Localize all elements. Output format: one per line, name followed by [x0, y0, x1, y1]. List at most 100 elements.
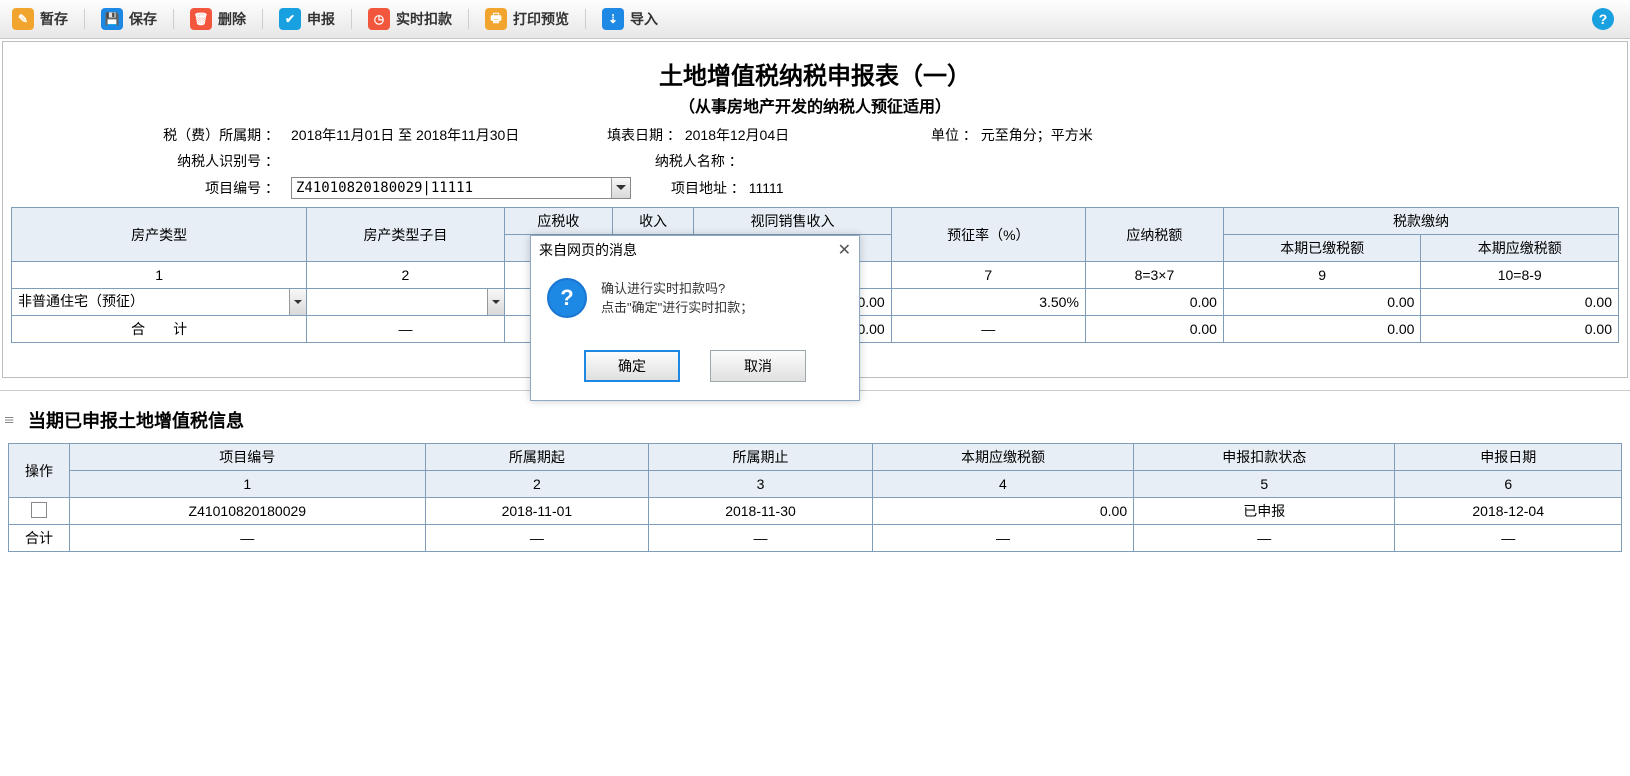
row-checkbox-cell — [9, 498, 70, 525]
col-due: 本期应缴税额 — [1421, 235, 1619, 262]
print-preview-button[interactable]: 🖶 打印预览 — [481, 6, 573, 32]
chevron-down-icon[interactable] — [611, 178, 630, 198]
confirm-dialog: 来自网页的消息 ✕ ? 确认进行实时扣款吗? 点击"确定"进行实时扣款； 确定 … — [530, 235, 860, 401]
toolbar: ✎ 暂存 💾 保存 🗑 删除 ✔ 申报 ◷ 实时扣款 🖶 打印预览 ⇣ 导入 ? — [0, 0, 1630, 39]
col-taxable-income: 应税收 — [504, 208, 612, 235]
temp-save-icon: ✎ — [12, 8, 34, 30]
save-button[interactable]: 💾 保存 — [97, 6, 161, 32]
toolbar-separator — [468, 9, 469, 29]
save-label: 保存 — [129, 9, 157, 29]
t2-dash3: — — [649, 525, 873, 552]
col-op: 操作 — [9, 444, 70, 498]
list-icon — [4, 410, 20, 431]
r1c7[interactable]: 3.50% — [891, 289, 1085, 316]
t2n4: 4 — [872, 471, 1133, 498]
t2c5: 申报扣款状态 — [1134, 444, 1395, 471]
unit-value: 元至角分；平方米 — [981, 127, 1093, 143]
save-icon: 💾 — [101, 8, 123, 30]
chevron-down-icon[interactable] — [487, 289, 504, 315]
dialog-title: 来自网页的消息 — [539, 240, 637, 260]
t2c1: 项目编号 — [70, 444, 426, 471]
t2-dash2: — — [425, 525, 649, 552]
t2-dash5: — — [1134, 525, 1395, 552]
toolbar-separator — [173, 9, 174, 29]
project-addr-value: 11111 — [749, 180, 784, 196]
t2-dash4: — — [872, 525, 1133, 552]
row-checkbox[interactable] — [31, 502, 47, 518]
t2-total-label: 合计 — [9, 525, 70, 552]
print-label: 打印预览 — [513, 9, 569, 29]
section-header: 当期已申报土地增值税信息 — [4, 407, 1626, 433]
toolbar-separator — [351, 9, 352, 29]
num-8: 8=3×7 — [1085, 262, 1223, 289]
col-deemed-sales: 视同销售收入 — [694, 208, 892, 235]
chevron-down-icon[interactable] — [289, 289, 306, 315]
import-button[interactable]: ⇣ 导入 — [598, 6, 662, 32]
deduct-icon: ◷ — [368, 8, 390, 30]
col-housing-type: 房产类型 — [12, 208, 307, 262]
total-row: 合计 — — — — — — — [9, 525, 1622, 552]
fill-date-label: 填表日期 ： — [607, 127, 681, 143]
housing-type-select[interactable]: 非普通住宅（预征） — [12, 289, 306, 315]
realtime-deduct-button[interactable]: ◷ 实时扣款 — [364, 6, 456, 32]
r-end: 2018-11-30 — [649, 498, 873, 525]
delete-label: 删除 — [218, 9, 246, 29]
r1c9[interactable]: 0.00 — [1223, 289, 1421, 316]
t2n6: 6 — [1395, 471, 1622, 498]
toolbar-separator — [84, 9, 85, 29]
project-addr-label: 项目地址 ： — [671, 180, 745, 196]
ok-button[interactable]: 确定 — [584, 350, 680, 382]
section-title: 当期已申报土地增值税信息 — [28, 407, 244, 433]
toolbar-separator — [262, 9, 263, 29]
col-tax-payable: 应纳税额 — [1085, 208, 1223, 262]
total-c10: 0.00 — [1421, 316, 1619, 343]
num-9: 9 — [1223, 262, 1421, 289]
temp-save-button[interactable]: ✎ 暂存 — [8, 6, 72, 32]
r-amount: 0.00 — [872, 498, 1133, 525]
delete-button[interactable]: 🗑 删除 — [186, 6, 250, 32]
r-start: 2018-11-01 — [425, 498, 649, 525]
fill-date-value: 2018年12月04日 — [685, 127, 789, 143]
r-date: 2018-12-04 — [1395, 498, 1622, 525]
r-project: Z41010820180029 — [70, 498, 426, 525]
page-title: 土地增值税纳税申报表（一） — [3, 56, 1627, 91]
t2n5: 5 — [1134, 471, 1395, 498]
r1c10: 0.00 — [1421, 289, 1619, 316]
period-value: 2018年11月01日 至 2018年11月30日 — [291, 127, 519, 143]
col-subtype: 房产类型子目 — [307, 208, 505, 262]
col-income: 收入 — [612, 208, 693, 235]
r-status: 已申报 — [1134, 498, 1395, 525]
dialog-message: 确认进行实时扣款吗? 点击"确定"进行实时扣款； — [601, 278, 753, 318]
num-7: 7 — [891, 262, 1085, 289]
declare-button[interactable]: ✔ 申报 — [275, 6, 339, 32]
subtype-value — [307, 289, 319, 315]
page-subtitle: （从事房地产开发的纳税人预征适用） — [3, 93, 1627, 117]
taxpayer-name-label: 纳税人名称 ： — [655, 153, 743, 169]
dialog-line2: 点击"确定"进行实时扣款； — [601, 297, 753, 316]
t2n3: 3 — [649, 471, 873, 498]
subtype-select[interactable] — [307, 289, 504, 315]
t2c6: 申报日期 — [1395, 444, 1622, 471]
housing-type-value: 非普通住宅（预征） — [12, 289, 150, 315]
unit-label: 单位 ： — [931, 127, 977, 143]
total-c8: 0.00 — [1085, 316, 1223, 343]
temp-save-label: 暂存 — [40, 9, 68, 29]
project-no-select[interactable]: Z41010820180029|11111 — [291, 177, 631, 199]
close-icon[interactable]: ✕ — [838, 240, 851, 260]
t2c4: 本期应缴税额 — [872, 444, 1133, 471]
col-pre-rate: 预征率（%） — [891, 208, 1085, 262]
help-icon[interactable]: ? — [1592, 8, 1614, 30]
t2n1: 1 — [70, 471, 426, 498]
t2n2: 2 — [425, 471, 649, 498]
dialog-line1: 确认进行实时扣款吗? — [601, 278, 753, 297]
cancel-button[interactable]: 取消 — [710, 350, 806, 382]
t2-dash1: — — [70, 525, 426, 552]
t2-dash6: — — [1395, 525, 1622, 552]
declared-table: 操作 项目编号 所属期起 所属期止 本期应缴税额 申报扣款状态 申报日期 1 2… — [8, 443, 1622, 552]
col-tax-payment-group: 税款缴纳 — [1223, 208, 1618, 235]
taxpayer-id-label: 纳税人识别号 ： — [27, 151, 287, 171]
table-row: Z41010820180029 2018-11-01 2018-11-30 0.… — [9, 498, 1622, 525]
total-c7: — — [891, 316, 1085, 343]
question-icon: ? — [547, 278, 587, 318]
print-icon: 🖶 — [485, 8, 507, 30]
